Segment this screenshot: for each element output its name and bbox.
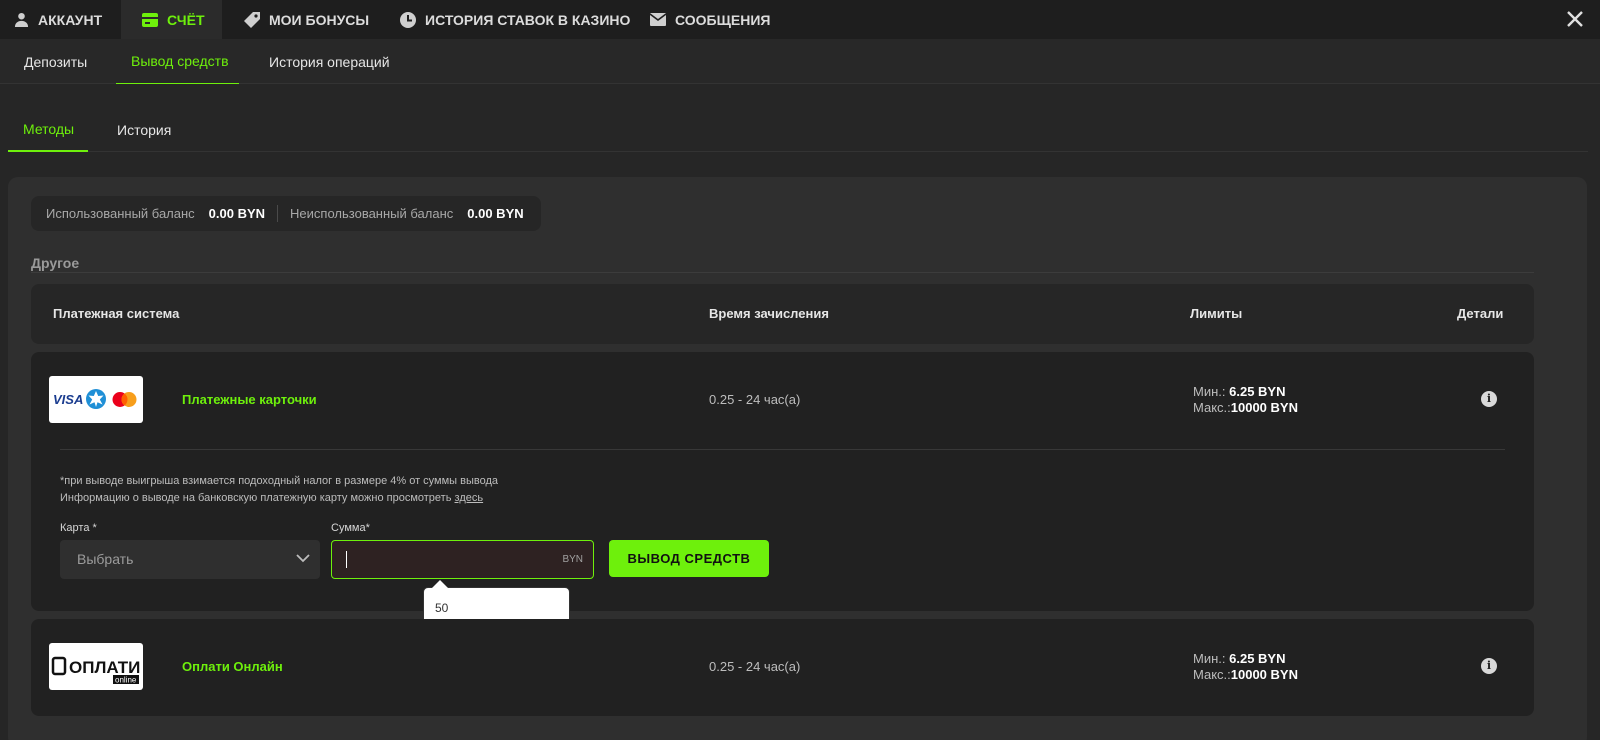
card-select-placeholder: Выбрать <box>77 551 134 567</box>
method-time: 0.25 - 24 час(а) <box>709 392 801 407</box>
section-divider <box>31 272 1534 273</box>
tab-messages[interactable]: Сообщения <box>650 0 770 39</box>
tab-withdraw[interactable]: Вывод средств <box>116 39 239 84</box>
amount-input[interactable]: BYN <box>331 540 594 579</box>
header-payment-system: Платежная система <box>53 306 180 321</box>
text-caret <box>346 551 347 568</box>
balance-summary: Использованный баланс 0.00 BYN Неиспольз… <box>31 196 541 231</box>
min-value: 6.25 BYN <box>1229 651 1286 666</box>
min-label: Мин.: <box>1193 651 1226 666</box>
sub-tabs-bar: Депозиты Вывод средств История операций <box>0 39 1600 84</box>
tab-operations-history[interactable]: История операций <box>269 39 390 84</box>
info-icon[interactable]: i <box>1481 658 1497 674</box>
header-limits: Лимиты <box>1190 306 1243 321</box>
max-value: 10000 BYN <box>1230 400 1298 415</box>
tax-note: *при выводе выигрыша взимается подоходны… <box>60 473 498 507</box>
max-label: Макс.: <box>1193 667 1231 682</box>
tab-deposits[interactable]: Депозиты <box>24 39 87 84</box>
max-value: 10000 BYN <box>1230 667 1298 682</box>
header-details: Детали <box>1457 306 1504 321</box>
tab-casino-history[interactable]: История ставок в казино <box>400 0 630 39</box>
min-value: 6.25 BYN <box>1229 384 1286 399</box>
min-label: Мин.: <box>1193 384 1226 399</box>
unused-balance-label: Неиспользованный баланс <box>290 206 454 221</box>
info-icon[interactable]: i <box>1481 391 1497 407</box>
chevron-down-icon <box>296 554 310 563</box>
method-limits: Мин.: 6.25 BYN Макс.:10000 BYN <box>1193 384 1298 416</box>
oplati-logo-sub: online <box>115 676 137 685</box>
tag-icon <box>244 11 260 28</box>
visa-logo-text: VISA <box>53 392 83 407</box>
card-field-label: Карта * <box>60 522 97 534</box>
methods-tabs-bar: Методы История <box>8 108 1588 152</box>
withdraw-button[interactable]: Вывод средств <box>609 540 769 577</box>
tab-bonuses[interactable]: Мои бонусы <box>244 0 369 39</box>
tab-messages-label: Сообщения <box>675 11 771 28</box>
oplati-logo: ОПЛАТИ online <box>49 643 143 690</box>
used-balance-value: 0.00 BYN <box>208 206 266 221</box>
withdraw-panel: Использованный баланс 0.00 BYN Неиспольз… <box>8 177 1587 740</box>
amount-field-label: Сумма* <box>331 522 370 534</box>
clock-icon <box>400 11 416 28</box>
card-divider <box>60 449 1505 450</box>
max-label: Макс.: <box>1193 400 1231 415</box>
payment-cards-logo: VISA <box>49 376 143 423</box>
tab-account-balance[interactable]: Счёт <box>121 0 222 39</box>
tab-balance-label: Счёт <box>167 11 205 28</box>
card-select[interactable]: Выбрать <box>60 540 320 579</box>
amount-currency: BYN <box>562 554 583 565</box>
tax-note-line2: Информацию о выводе на банковскую платеж… <box>60 492 484 504</box>
method-name[interactable]: Оплати Онлайн <box>182 659 283 674</box>
top-tabs-bar: Аккаунт Счёт Мои бонусы История ставок в… <box>0 0 1600 39</box>
envelope-icon <box>650 13 666 26</box>
method-name[interactable]: Платежные карточки <box>182 392 317 407</box>
close-icon[interactable] <box>1566 10 1584 28</box>
method-time: 0.25 - 24 час(а) <box>709 659 801 674</box>
header-time: Время зачисления <box>709 306 829 321</box>
belcard-icon <box>86 389 106 409</box>
table-header: Платежная система Время зачисления Лимит… <box>31 284 1534 344</box>
method-card-payment-cards[interactable]: VISA Платежные карточки 0.25 - 24 час(а)… <box>31 352 1534 630</box>
oplati-logo-text: ОПЛАТИ <box>69 658 140 677</box>
tax-note-line1: *при выводе выигрыша взимается подоходны… <box>60 475 499 487</box>
unused-balance-value: 0.00 BYN <box>467 206 524 221</box>
used-balance-label: Использованный баланс <box>46 206 195 221</box>
tab-account-label: Аккаунт <box>38 11 103 28</box>
user-icon <box>14 12 29 27</box>
tab-history[interactable]: История <box>117 108 171 152</box>
method-card-oplati[interactable]: ОПЛАТИ online Оплати Онлайн 0.25 - 24 ча… <box>31 619 1534 716</box>
tab-methods[interactable]: Методы <box>8 108 88 152</box>
balance-separator <box>277 205 279 222</box>
method-limits: Мин.: 6.25 BYN Макс.:10000 BYN <box>1193 651 1298 683</box>
info-link[interactable]: здесь <box>455 492 484 504</box>
tab-bonuses-label: Мои бонусы <box>269 11 370 28</box>
tab-account[interactable]: Аккаунт <box>14 0 102 39</box>
wallet-icon <box>142 12 158 27</box>
tab-casino-history-label: История ставок в казино <box>425 11 631 28</box>
section-title: Другое <box>31 255 80 271</box>
